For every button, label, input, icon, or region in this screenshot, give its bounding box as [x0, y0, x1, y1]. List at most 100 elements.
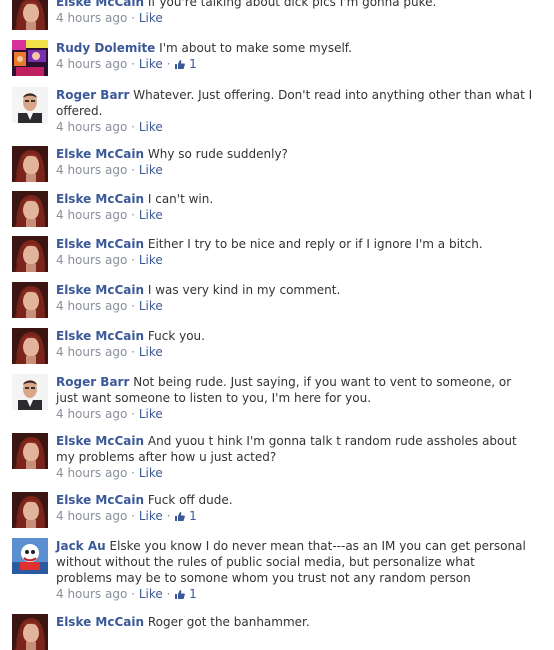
comment-meta: 4 hours ago · Like — [56, 119, 534, 135]
comment-text: Fuck off dude. — [147, 493, 233, 507]
comment-body: Roger Barr Not being rude. Just saying, … — [56, 374, 534, 422]
thumbs-up-icon — [174, 511, 186, 522]
comment-text: I'm about to make some myself. — [159, 41, 352, 55]
like-link[interactable]: Like — [139, 345, 163, 359]
comment-author-link[interactable]: Elske McCain — [56, 283, 144, 297]
woman-avatar[interactable] — [12, 282, 48, 318]
comment-author-link[interactable]: Elske McCain — [56, 493, 144, 507]
comment-timestamp[interactable]: 4 hours ago — [56, 253, 127, 267]
woman-avatar[interactable] — [12, 492, 48, 528]
woman-avatar[interactable] — [12, 236, 48, 272]
comment-timestamp[interactable]: 4 hours ago — [56, 509, 127, 523]
comment-body: Elske McCain Either I try to be nice and… — [56, 236, 534, 268]
woman-avatar[interactable] — [12, 0, 48, 30]
comment-body: Elske McCain Fuck off dude. 4 hours ago ·… — [56, 492, 534, 524]
meta-separator: · — [131, 407, 135, 421]
woman-avatar[interactable] — [12, 433, 48, 469]
woman-avatar[interactable] — [12, 191, 48, 227]
thumbs-up-icon — [174, 589, 186, 600]
comment-author-link[interactable]: Rudy Dolemite — [56, 41, 155, 55]
like-count: 1 — [189, 57, 197, 71]
comment-text: Roger got the banhammer. — [147, 615, 310, 629]
meta-separator: · — [131, 466, 135, 480]
comment-text: Either I try to be nice and reply or if … — [147, 237, 483, 251]
meta-separator: · — [131, 120, 135, 134]
comment-timestamp[interactable]: 4 hours ago — [56, 587, 127, 601]
comment-meta: 4 hours ago · Like — [56, 252, 534, 268]
comment-author-link[interactable]: Elske McCain — [56, 192, 144, 206]
thumbs-up-icon — [174, 59, 186, 70]
comment-meta: 4 hours ago · Like — [56, 465, 534, 481]
like-link[interactable]: Like — [139, 120, 163, 134]
comment-timestamp[interactable]: 4 hours ago — [56, 57, 127, 71]
comment-body: Rudy Dolemite I'm about to make some mys… — [56, 40, 534, 72]
collage-avatar[interactable] — [12, 40, 48, 76]
comment-timestamp[interactable]: 4 hours ago — [56, 345, 127, 359]
comment-text: Fuck you. — [147, 329, 205, 343]
comment-author-link[interactable]: Roger Barr — [56, 88, 129, 102]
comment-author-link[interactable]: Roger Barr — [56, 375, 129, 389]
like-link[interactable]: Like — [139, 11, 163, 25]
like-link[interactable]: Like — [139, 208, 163, 222]
comment-author-link[interactable]: Jack Au — [56, 539, 106, 553]
meta-separator: · — [131, 208, 135, 222]
like-link[interactable]: Like — [139, 407, 163, 421]
comment-text: I can't win. — [147, 192, 214, 206]
comment-author-link[interactable]: Elske McCain — [56, 0, 144, 9]
meta-separator: · — [131, 509, 135, 523]
comment-body: Elske McCain I was very kind in my comme… — [56, 282, 534, 314]
meta-separator: · — [131, 11, 135, 25]
like-count-link[interactable]: 1 — [174, 587, 197, 601]
comment-author-link[interactable]: Elske McCain — [56, 615, 144, 629]
comment-body: Roger Barr Whatever. Just offering. Don'… — [56, 87, 534, 135]
comment-meta: 4 hours ago · Like — [56, 344, 534, 360]
comment-meta: 4 hours ago · Like · 1 — [56, 508, 534, 524]
woman-avatar[interactable] — [12, 146, 48, 182]
comment-meta: 4 hours ago · Like — [56, 406, 534, 422]
cartoon-avatar[interactable] — [12, 538, 48, 574]
comment-thread: Elske McCain If you're talking about dic… — [0, 0, 554, 650]
comment-timestamp[interactable]: 4 hours ago — [56, 208, 127, 222]
comment-author-link[interactable]: Elske McCain — [56, 237, 144, 251]
meta-separator: · — [131, 163, 135, 177]
woman-avatar[interactable] — [12, 614, 48, 650]
man-avatar[interactable] — [12, 374, 48, 410]
comment-text: I was very kind in my comment. — [147, 283, 341, 297]
comment-author-link[interactable]: Elske McCain — [56, 434, 144, 448]
like-link[interactable]: Like — [139, 253, 163, 267]
comment-timestamp[interactable]: 4 hours ago — [56, 299, 127, 313]
like-count-link[interactable]: 1 — [174, 57, 197, 71]
comment-body: Elske McCain Roger got the banhammer. — [56, 614, 534, 630]
comment-timestamp[interactable]: 4 hours ago — [56, 407, 127, 421]
man-avatar[interactable] — [12, 87, 48, 123]
comment-meta: 4 hours ago · Like · 1 — [56, 56, 534, 72]
comment-timestamp[interactable]: 4 hours ago — [56, 11, 127, 25]
meta-separator: · — [166, 587, 171, 601]
comment-meta: 4 hours ago · Like — [56, 298, 534, 314]
comment-author-link[interactable]: Elske McCain — [56, 329, 144, 343]
like-count: 1 — [189, 587, 197, 601]
meta-separator: · — [131, 587, 135, 601]
comment-body: Elske McCain And yuou t hink I'm gonna t… — [56, 433, 534, 481]
like-link[interactable]: Like — [139, 163, 163, 177]
comment-body: Elske McCain Why so rude suddenly? 4 hour… — [56, 146, 534, 178]
comment-timestamp[interactable]: 4 hours ago — [56, 163, 127, 177]
woman-avatar[interactable] — [12, 328, 48, 364]
meta-separator: · — [131, 253, 135, 267]
like-link[interactable]: Like — [139, 57, 163, 71]
meta-separator: · — [166, 509, 171, 523]
comment-meta: 4 hours ago · Like — [56, 10, 534, 26]
comment-timestamp[interactable]: 4 hours ago — [56, 120, 127, 134]
meta-separator: · — [166, 57, 171, 71]
like-count-link[interactable]: 1 — [174, 509, 197, 523]
meta-separator: · — [131, 57, 135, 71]
like-link[interactable]: Like — [139, 299, 163, 313]
comment-meta: 4 hours ago · Like — [56, 162, 534, 178]
comment-timestamp[interactable]: 4 hours ago — [56, 466, 127, 480]
like-count: 1 — [189, 509, 197, 523]
comment-body: Elske McCain If you're talking about dic… — [56, 0, 534, 26]
like-link[interactable]: Like — [139, 587, 163, 601]
like-link[interactable]: Like — [139, 466, 163, 480]
like-link[interactable]: Like — [139, 509, 163, 523]
comment-author-link[interactable]: Elske McCain — [56, 147, 144, 161]
